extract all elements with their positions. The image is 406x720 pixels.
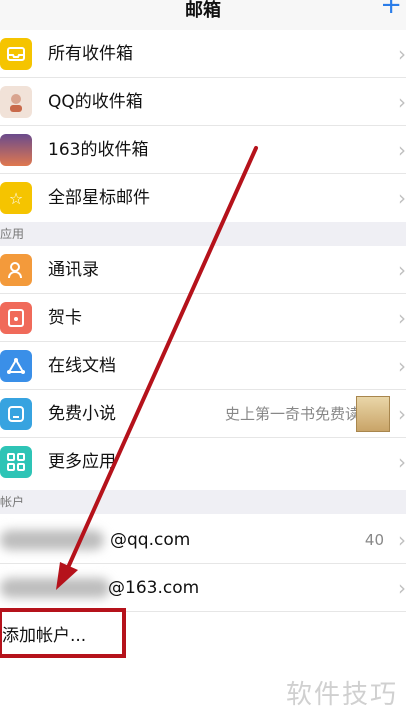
watermark: 软件技巧 — [285, 680, 398, 710]
annotation-arrow — [56, 146, 258, 590]
